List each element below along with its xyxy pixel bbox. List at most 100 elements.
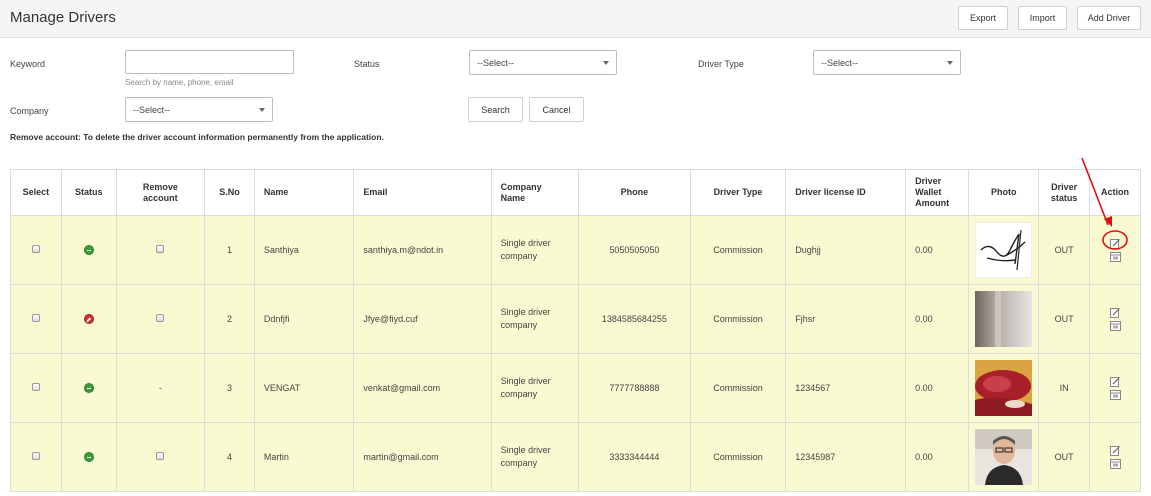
col-company-name: Company Name bbox=[490, 169, 579, 216]
col-photo: Photo bbox=[968, 169, 1040, 216]
view-icon[interactable] bbox=[1109, 389, 1121, 400]
table-row: - 3 VENGAT venkat@gmail.com Single drive… bbox=[10, 353, 1141, 423]
driver-status-cell: OUT bbox=[1038, 422, 1091, 492]
col-email: Email bbox=[353, 169, 492, 216]
driver-type-label: Driver Type bbox=[698, 59, 744, 69]
page-header: Manage Drivers Export Import Add Driver bbox=[0, 0, 1151, 38]
driver-type-cell: Commission bbox=[689, 353, 787, 423]
driver-type-cell: Commission bbox=[689, 422, 787, 492]
wallet-cell: 0.00 bbox=[905, 284, 970, 354]
driver-name-link[interactable]: Santhiya bbox=[253, 215, 355, 285]
table-header-row: Select Status Remove account S.No Name E… bbox=[10, 169, 1141, 216]
select-checkbox[interactable] bbox=[31, 245, 40, 253]
email-cell: Jfye@fiyd.cuf bbox=[353, 284, 492, 354]
remove-account-note: Remove account: To delete the driver acc… bbox=[10, 132, 384, 142]
col-wallet-amount: Driver Wallet Amount bbox=[905, 169, 970, 216]
chevron-down-icon bbox=[603, 61, 609, 65]
phone-cell: 3333344444 bbox=[577, 422, 691, 492]
edit-icon[interactable] bbox=[1109, 445, 1121, 456]
phone-cell: 1384585684255 bbox=[577, 284, 691, 354]
driver-name-link[interactable]: Martin bbox=[253, 422, 355, 492]
keyword-input[interactable] bbox=[125, 50, 294, 74]
view-icon[interactable] bbox=[1109, 251, 1121, 262]
remove-account-checkbox[interactable] bbox=[156, 314, 165, 322]
col-action: Action bbox=[1089, 169, 1141, 216]
status-label: Status bbox=[354, 59, 380, 69]
view-icon[interactable] bbox=[1109, 320, 1121, 331]
email-cell: santhiya.m@ndot.in bbox=[353, 215, 492, 285]
driver-photo-portrait bbox=[975, 429, 1033, 485]
remove-account-checkbox[interactable] bbox=[156, 245, 165, 253]
chevron-down-icon bbox=[947, 61, 953, 65]
active-status-icon[interactable] bbox=[83, 383, 94, 394]
cancel-button[interactable]: Cancel bbox=[529, 97, 584, 122]
active-status-icon[interactable] bbox=[83, 245, 94, 256]
keyword-hint: Search by name, phone, email bbox=[125, 78, 234, 87]
import-button[interactable]: Import bbox=[1018, 6, 1067, 30]
edit-icon[interactable] bbox=[1109, 238, 1121, 249]
table-row: 2 Ddnfjfi Jfye@fiyd.cuf Single driver co… bbox=[10, 284, 1141, 354]
col-phone: Phone bbox=[577, 169, 691, 216]
license-cell: Fjhsr bbox=[785, 284, 907, 354]
license-cell: 1234567 bbox=[785, 353, 907, 423]
col-remove-account: Remove account bbox=[115, 169, 206, 216]
wallet-cell: 0.00 bbox=[905, 353, 970, 423]
edit-icon[interactable] bbox=[1109, 307, 1121, 318]
license-cell: Dughjj bbox=[785, 215, 907, 285]
driver-name-link[interactable]: VENGAT bbox=[253, 353, 355, 423]
view-icon[interactable] bbox=[1109, 458, 1121, 469]
export-button[interactable]: Export bbox=[958, 6, 1008, 30]
driver-status-cell: IN bbox=[1038, 353, 1091, 423]
driver-type-select-value: --Select-- bbox=[821, 57, 859, 68]
status-select-value: --Select-- bbox=[477, 57, 515, 68]
email-cell: venkat@gmail.com bbox=[353, 353, 492, 423]
driver-photo-signature bbox=[975, 222, 1033, 278]
col-name: Name bbox=[253, 169, 355, 216]
col-driver-status: Driver status bbox=[1038, 169, 1091, 216]
chevron-down-icon bbox=[259, 108, 265, 112]
select-checkbox[interactable] bbox=[31, 452, 40, 460]
col-select: Select bbox=[10, 169, 62, 216]
status-select[interactable]: --Select-- bbox=[469, 50, 617, 75]
table-row: 4 Martin martin@gmail.com Single driver … bbox=[10, 422, 1141, 492]
add-driver-button[interactable]: Add Driver bbox=[1077, 6, 1141, 30]
select-checkbox[interactable] bbox=[31, 383, 40, 391]
keyword-label: Keyword bbox=[10, 59, 46, 69]
company-name-link[interactable]: Single driver company bbox=[490, 215, 579, 285]
company-name-link[interactable]: Single driver company bbox=[490, 353, 579, 423]
phone-cell: 5050505050 bbox=[577, 215, 691, 285]
email-cell: martin@gmail.com bbox=[353, 422, 492, 492]
company-select[interactable]: --Select-- bbox=[125, 97, 273, 122]
sno-cell: 4 bbox=[204, 422, 255, 492]
sno-cell: 2 bbox=[204, 284, 255, 354]
edit-icon[interactable] bbox=[1109, 376, 1121, 387]
remove-account-cell: - bbox=[115, 353, 206, 423]
col-driver-type: Driver Type bbox=[689, 169, 787, 216]
search-button[interactable]: Search bbox=[468, 97, 523, 122]
phone-cell: 7777788888 bbox=[577, 353, 691, 423]
driver-type-cell: Commission bbox=[689, 284, 787, 354]
wallet-cell: 0.00 bbox=[905, 422, 970, 492]
col-status: Status bbox=[60, 169, 117, 216]
col-sno: S.No bbox=[204, 169, 255, 216]
driver-photo-meat bbox=[975, 360, 1033, 416]
sno-cell: 1 bbox=[204, 215, 255, 285]
company-name-link[interactable]: Single driver company bbox=[490, 284, 579, 354]
active-status-icon[interactable] bbox=[83, 452, 94, 463]
driver-photo-wall bbox=[975, 291, 1033, 347]
drivers-table: Select Status Remove account S.No Name E… bbox=[10, 169, 1141, 492]
blocked-status-icon[interactable] bbox=[83, 314, 94, 325]
company-label: Company bbox=[10, 106, 49, 116]
driver-name-link[interactable]: Ddnfjfi bbox=[253, 284, 355, 354]
col-driver-license: Driver license ID bbox=[785, 169, 907, 216]
wallet-cell: 0.00 bbox=[905, 215, 970, 285]
page-title: Manage Drivers bbox=[10, 9, 116, 26]
company-name-link[interactable]: Single driver company bbox=[490, 422, 579, 492]
sno-cell: 3 bbox=[204, 353, 255, 423]
select-checkbox[interactable] bbox=[31, 314, 40, 322]
driver-status-cell: OUT bbox=[1038, 284, 1091, 354]
company-select-value: --Select-- bbox=[133, 104, 171, 115]
remove-account-checkbox[interactable] bbox=[156, 452, 165, 460]
driver-type-select[interactable]: --Select-- bbox=[813, 50, 961, 75]
driver-type-cell: Commission bbox=[689, 215, 787, 285]
